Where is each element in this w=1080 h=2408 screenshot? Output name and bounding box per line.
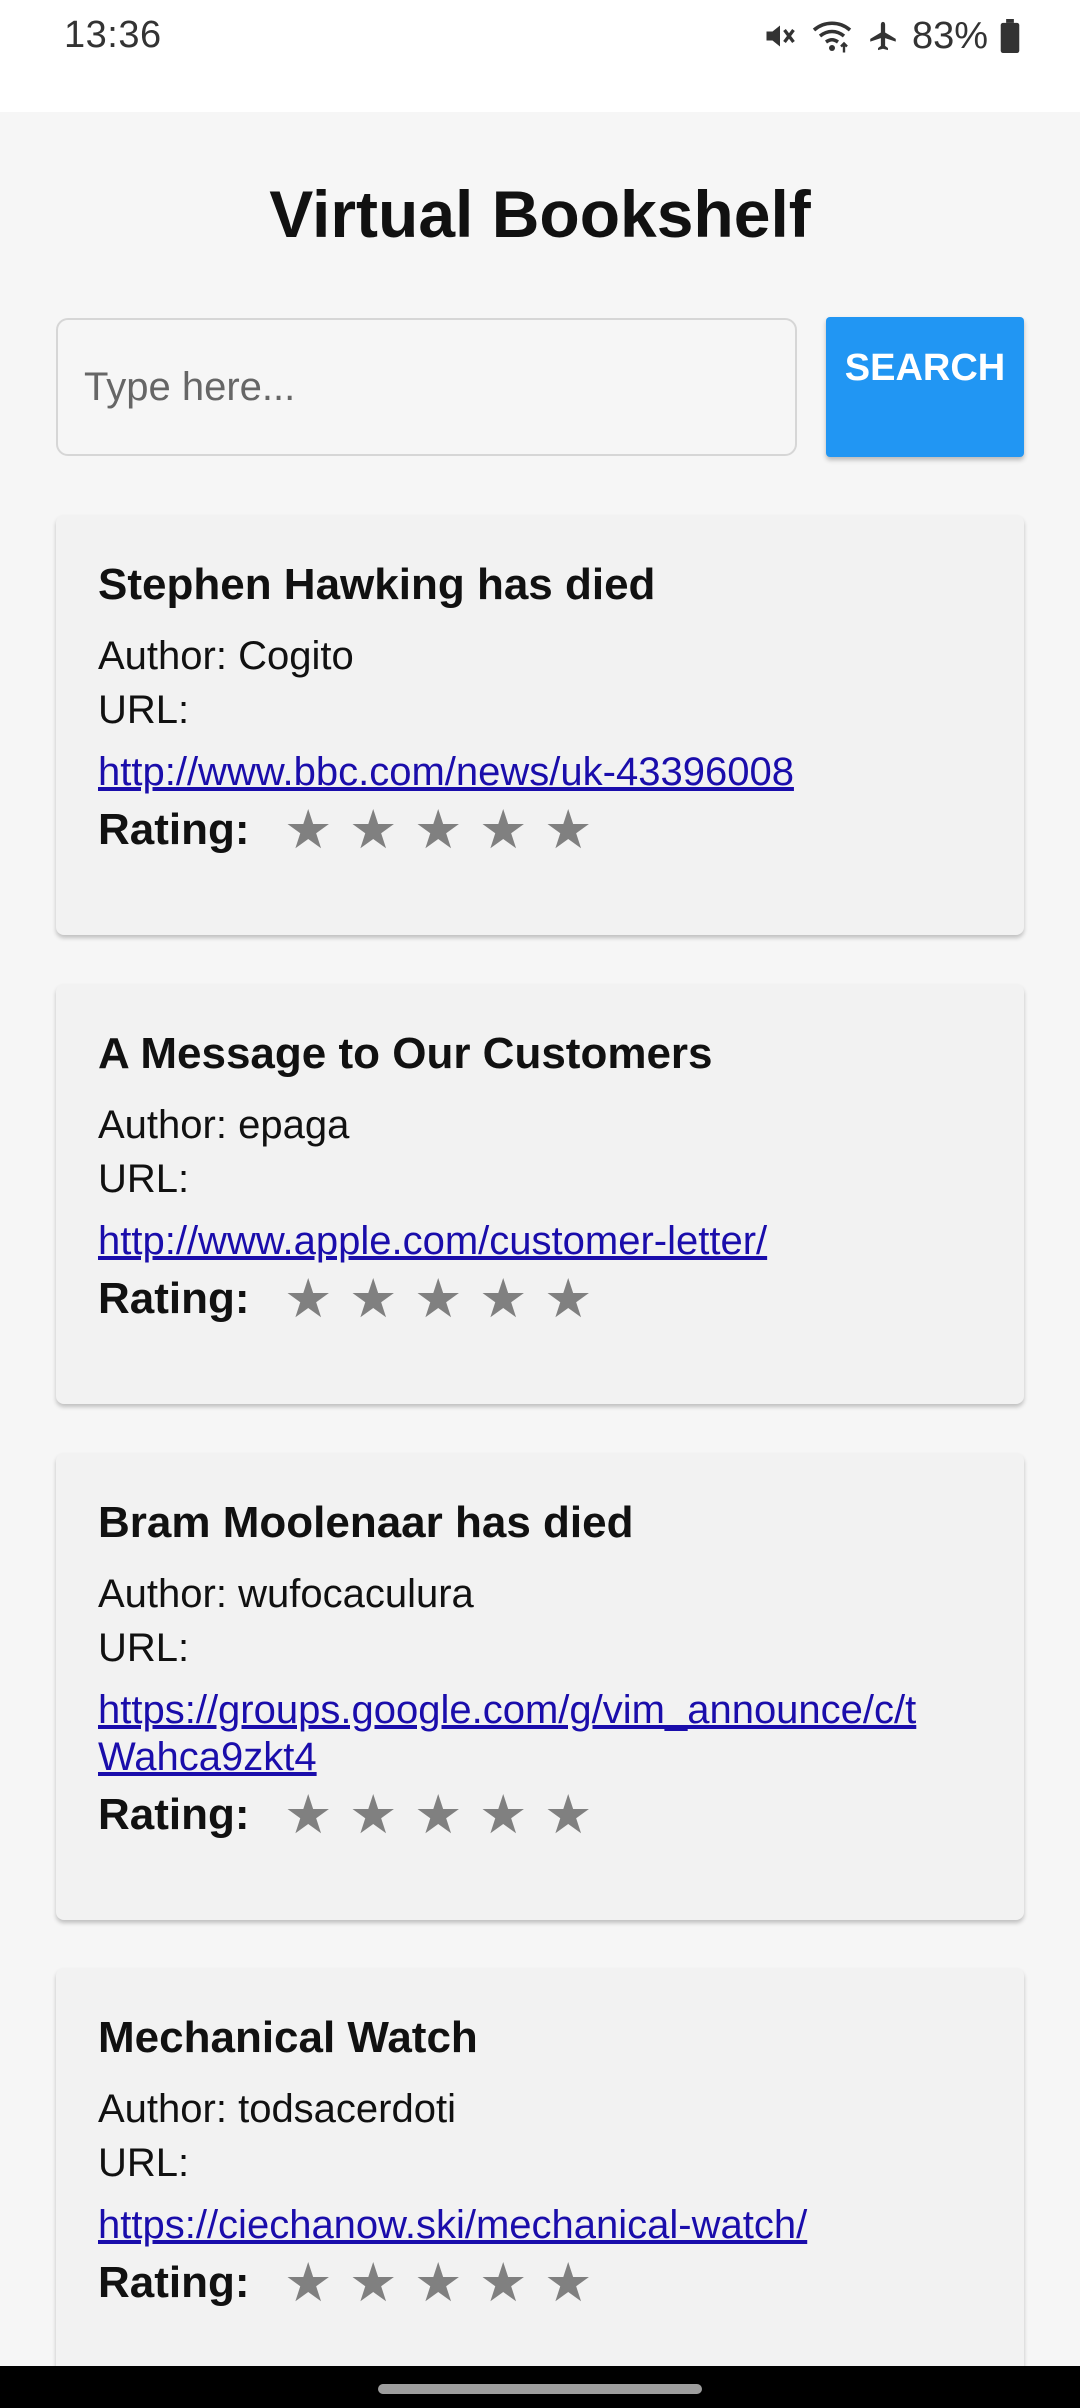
star-icon[interactable]: ★ <box>284 800 349 860</box>
star-icon[interactable]: ★ <box>479 1785 544 1845</box>
book-url-link[interactable]: https://ciechanow.ski/mechanical-watch/ <box>98 2202 948 2249</box>
battery-level: 83% <box>911 14 988 57</box>
rating-row: Rating: ★ ★ ★ ★ ★ <box>98 1269 982 1329</box>
page-title: Virtual Bookshelf <box>269 177 811 251</box>
book-card: Mechanical Watch Author: todsacerdoti UR… <box>56 1968 1024 2366</box>
url-label: URL: <box>98 2141 190 2185</box>
battery-icon <box>1000 19 1020 53</box>
book-card: Stephen Hawking has died Author: Cogito … <box>56 515 1024 935</box>
status-time: 13:36 <box>64 14 162 56</box>
rating-label: Rating: <box>98 1274 250 1323</box>
star-icon[interactable]: ★ <box>414 1269 479 1329</box>
star-icon[interactable]: ★ <box>349 1785 414 1845</box>
star-icon[interactable]: ★ <box>479 2253 544 2313</box>
star-icon[interactable]: ★ <box>544 1785 609 1845</box>
star-icon[interactable]: ★ <box>479 800 544 860</box>
star-icon[interactable]: ★ <box>479 1269 544 1329</box>
url-label: URL: <box>98 1626 190 1670</box>
book-title: Mechanical Watch <box>98 2013 478 2062</box>
book-card: A Message to Our Customers Author: epaga… <box>56 984 1024 1404</box>
search-input[interactable] <box>56 318 797 456</box>
status-icons: 83% <box>762 14 1020 58</box>
star-icon[interactable]: ★ <box>349 800 414 860</box>
rating-row: Rating: ★ ★ ★ ★ ★ <box>98 1785 982 1845</box>
book-card: Bram Moolenaar has died Author: wufocacu… <box>56 1453 1024 1920</box>
rating-label: Rating: <box>98 805 250 854</box>
url-label: URL: <box>98 1157 190 1201</box>
app-screen: Virtual Bookshelf SEARCH Stephen Hawking… <box>0 112 1080 2366</box>
star-icon[interactable]: ★ <box>349 1269 414 1329</box>
book-title: A Message to Our Customers <box>98 1029 713 1078</box>
book-url-link[interactable]: http://www.bbc.com/news/uk-43396008 <box>98 749 948 796</box>
star-icon[interactable]: ★ <box>544 1269 609 1329</box>
book-url-link[interactable]: https://groups.google.com/g/vim_announce… <box>98 1687 948 1781</box>
book-author: Author: wufocaculura <box>98 1572 474 1616</box>
book-author: Author: todsacerdoti <box>98 2087 456 2131</box>
star-icon[interactable]: ★ <box>284 1785 349 1845</box>
star-icon[interactable]: ★ <box>544 800 609 860</box>
url-label: URL: <box>98 688 190 732</box>
rating-label: Rating: <box>98 1790 250 1839</box>
book-title: Stephen Hawking has died <box>98 560 656 609</box>
star-icon[interactable]: ★ <box>414 1785 479 1845</box>
rating-label: Rating: <box>98 2258 250 2307</box>
book-author: Author: epaga <box>98 1103 350 1147</box>
home-gesture-handle[interactable] <box>378 2384 702 2394</box>
star-icon[interactable]: ★ <box>284 1269 349 1329</box>
star-icon[interactable]: ★ <box>414 800 479 860</box>
search-button[interactable]: SEARCH <box>826 317 1024 457</box>
book-url-link[interactable]: http://www.apple.com/customer-letter/ <box>98 1218 948 1265</box>
navigation-bar <box>0 2366 1080 2408</box>
star-icon[interactable]: ★ <box>414 2253 479 2313</box>
wifi-icon <box>812 21 852 53</box>
book-title: Bram Moolenaar has died <box>98 1498 634 1547</box>
rating-row: Rating: ★ ★ ★ ★ ★ <box>98 2253 982 2313</box>
mute-icon <box>766 25 795 47</box>
star-icon[interactable]: ★ <box>349 2253 414 2313</box>
airplane-mode-icon <box>870 21 896 51</box>
star-icon[interactable]: ★ <box>284 2253 349 2313</box>
rating-row: Rating: ★ ★ ★ ★ ★ <box>98 800 982 860</box>
status-bar: 13:36 83% <box>0 0 1080 112</box>
star-icon[interactable]: ★ <box>544 2253 609 2313</box>
book-author: Author: Cogito <box>98 634 354 678</box>
